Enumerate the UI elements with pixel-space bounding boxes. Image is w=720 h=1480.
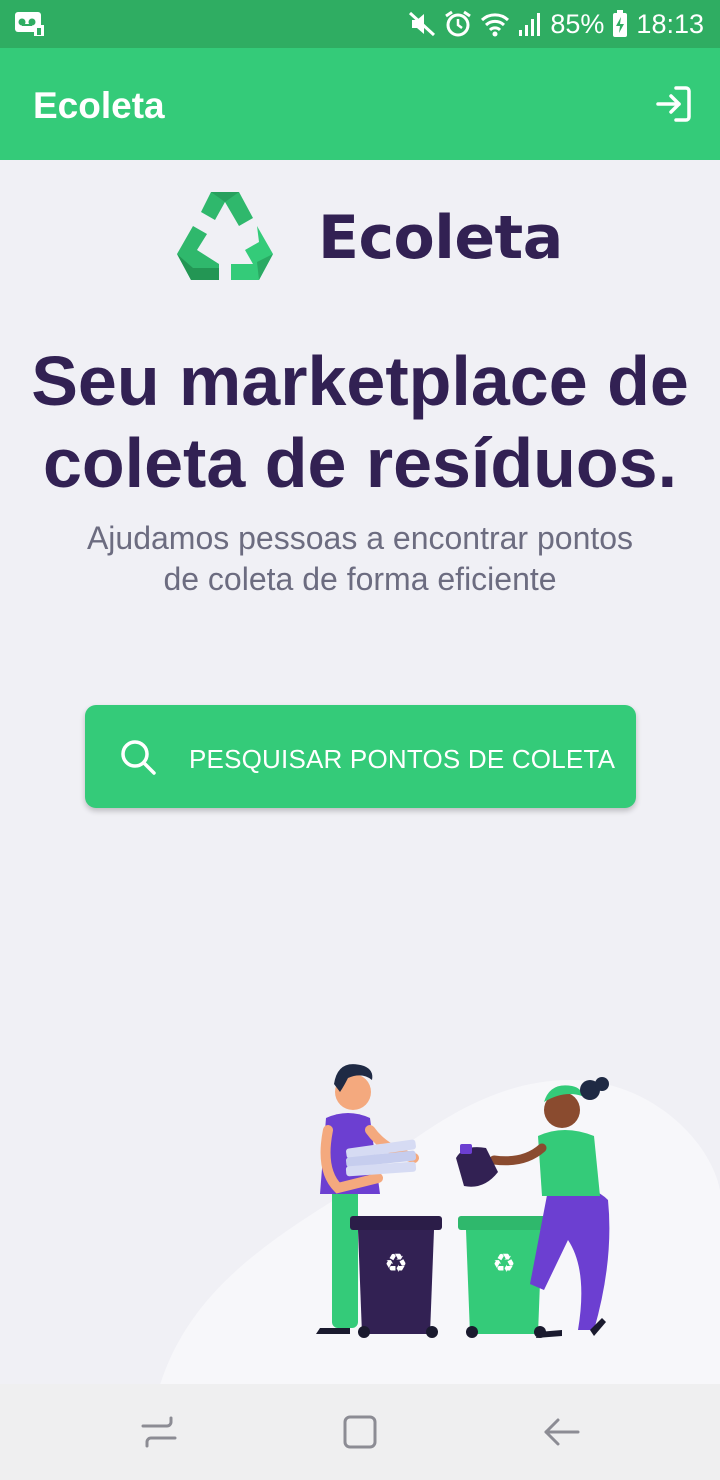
app-bar-title: Ecoleta xyxy=(33,85,165,126)
hero-title-line2: coleta de resíduos. xyxy=(42,424,678,502)
svg-text:♻: ♻ xyxy=(384,1249,407,1279)
clock: 18:13 xyxy=(636,8,704,39)
battery-percentage: 85% xyxy=(550,8,605,39)
search-points-button[interactable]: PESQUISAR PONTOS DE COLETA xyxy=(85,705,636,808)
status-bar: 85% 18:13 xyxy=(0,0,720,48)
hero-title: Seu marketplace de coleta de resíduos. xyxy=(0,340,720,504)
app-bar: Ecoleta xyxy=(0,48,720,160)
back-icon[interactable] xyxy=(542,1412,582,1452)
voicemail-icon xyxy=(14,11,46,42)
battery-charging-icon xyxy=(612,10,628,38)
recycle-icon xyxy=(175,188,275,284)
hero-title-line1: Seu marketplace de xyxy=(31,342,689,420)
system-nav-bar xyxy=(0,1384,720,1480)
hero-subtitle: Ajudamos pessoas a encontrar pontos de c… xyxy=(30,518,690,600)
search-button-label: PESQUISAR PONTOS DE COLETA xyxy=(189,744,616,774)
search-icon xyxy=(119,738,157,776)
svg-text:♻: ♻ xyxy=(492,1249,515,1279)
recycling-illustration: ♻ ♻ xyxy=(150,1040,720,1385)
login-icon[interactable] xyxy=(652,82,696,126)
wifi-icon xyxy=(480,10,510,38)
recents-icon[interactable] xyxy=(139,1412,179,1452)
logo-text: Ecoleta xyxy=(318,203,563,273)
signal-icon xyxy=(518,10,542,38)
mute-icon xyxy=(408,10,436,38)
alarm-icon xyxy=(444,10,472,38)
status-icons: 85% 18:13 xyxy=(408,8,704,40)
hero-subtitle-line2: de coleta de forma eficiente xyxy=(163,561,557,597)
hero-subtitle-line1: Ajudamos pessoas a encontrar pontos xyxy=(86,520,634,556)
home-icon[interactable] xyxy=(340,1412,380,1452)
